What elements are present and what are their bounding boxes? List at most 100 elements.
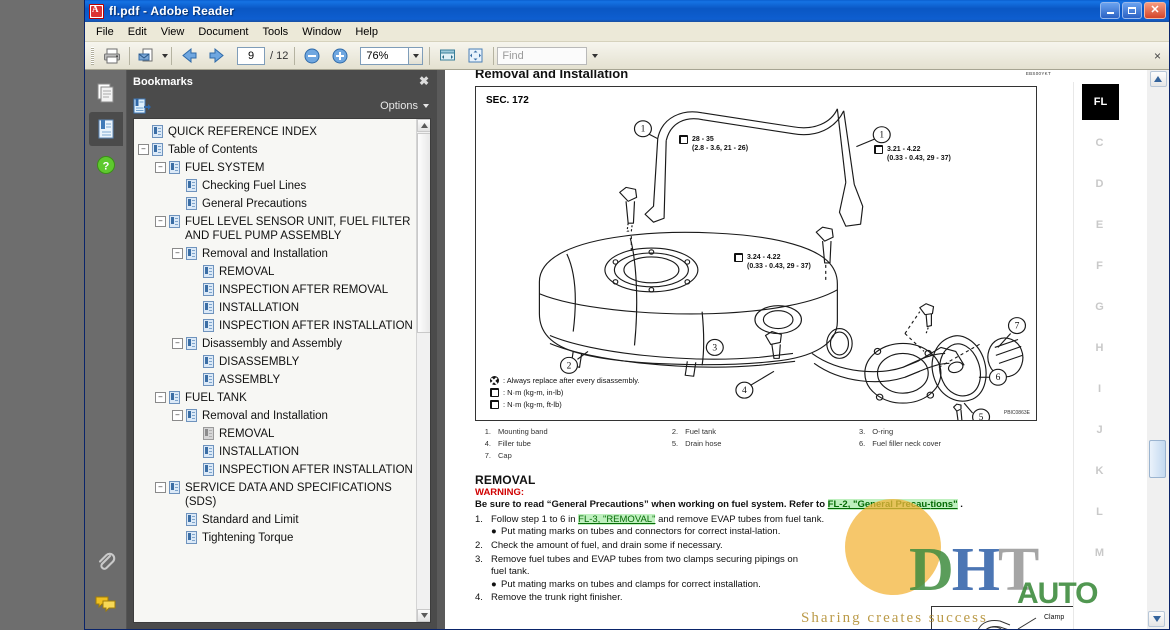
index-tab-g[interactable]: G (1074, 286, 1125, 327)
bookmark-label[interactable]: INSTALLATION (219, 301, 299, 315)
comments-icon[interactable] (89, 587, 123, 621)
bookmark-item[interactable]: REMOVAL (138, 425, 416, 443)
email-document-icon[interactable] (134, 44, 160, 67)
tree-collapse-icon[interactable]: – (172, 338, 183, 349)
scroll-down-icon[interactable] (1148, 611, 1165, 627)
tree-collapse-icon[interactable]: – (138, 144, 149, 155)
pages-panel-icon[interactable] (89, 76, 123, 110)
bookmarks-options-button[interactable]: Options (380, 100, 429, 112)
tree-collapse-icon[interactable]: – (172, 248, 183, 259)
menu-view[interactable]: View (154, 24, 192, 40)
zoom-in-icon[interactable] (327, 44, 353, 67)
index-tab-c[interactable]: C (1074, 122, 1125, 163)
bookmark-item[interactable]: INSTALLATION (138, 299, 416, 317)
maximize-button[interactable] (1122, 2, 1142, 19)
bookmark-label[interactable]: INSPECTION AFTER INSTALLATION (219, 463, 413, 477)
bookmark-item[interactable]: INSPECTION AFTER INSTALLATION (138, 461, 416, 479)
bookmark-label[interactable]: Checking Fuel Lines (202, 179, 306, 193)
zoom-out-icon[interactable] (299, 44, 325, 67)
bookmark-item[interactable]: – Disassembly and Assembly (138, 335, 416, 353)
bookmarks-scroll-down-icon[interactable] (417, 609, 430, 622)
tree-collapse-icon[interactable]: – (155, 162, 166, 173)
bookmark-item[interactable]: General Precautions (138, 195, 416, 213)
index-tab-l[interactable]: L (1074, 491, 1125, 532)
bookmark-label[interactable]: QUICK REFERENCE INDEX (168, 125, 317, 139)
bookmark-item[interactable]: DISASSEMBLY (138, 353, 416, 371)
fit-width-icon[interactable] (434, 44, 460, 67)
bookmark-label[interactable]: ASSEMBLY (219, 373, 280, 387)
bookmark-item[interactable]: – FUEL TANK (138, 389, 416, 407)
bookmark-item[interactable]: – Removal and Installation (138, 245, 416, 263)
menu-edit[interactable]: Edit (121, 24, 154, 40)
next-page-icon[interactable] (204, 44, 230, 67)
attachments-paperclip-icon[interactable] (89, 545, 123, 579)
bookmark-item[interactable]: Tightening Torque (138, 529, 416, 547)
zoom-dropdown-caret-icon[interactable] (408, 46, 424, 65)
index-tab-fl[interactable]: FL (1082, 84, 1119, 120)
zoom-level-input[interactable]: 76% (360, 46, 409, 65)
page-number-input[interactable]: 9 (237, 46, 265, 65)
find-input[interactable]: Find (497, 46, 588, 65)
bookmark-label[interactable]: General Precautions (202, 197, 307, 211)
menu-help[interactable]: Help (348, 24, 385, 40)
bookmarks-scroll-thumb[interactable] (417, 133, 430, 333)
bookmark-item[interactable]: Standard and Limit (138, 511, 416, 529)
help-icon[interactable]: ? (89, 148, 123, 182)
close-icon[interactable]: ✖ (419, 74, 429, 88)
bookmarks-scrollbar[interactable] (416, 119, 430, 622)
bookmark-label[interactable]: Tightening Torque (202, 531, 293, 545)
bookmark-label[interactable]: INSPECTION AFTER REMOVAL (219, 283, 388, 297)
document-scrollbar[interactable] (1147, 70, 1169, 629)
bookmark-label[interactable]: Table of Contents (168, 143, 258, 157)
bookmark-label[interactable]: REMOVAL (219, 427, 274, 441)
bookmark-label[interactable]: INSTALLATION (219, 445, 299, 459)
bookmarks-scroll-up-icon[interactable] (417, 119, 430, 132)
bookmark-label[interactable]: Removal and Installation (202, 247, 328, 261)
minimize-button[interactable] (1100, 2, 1120, 19)
bookmark-label[interactable]: Standard and Limit (202, 513, 299, 527)
close-button[interactable]: ✕ (1144, 2, 1166, 19)
index-tab-i[interactable]: I (1074, 368, 1125, 409)
bookmark-item[interactable]: INSPECTION AFTER REMOVAL (138, 281, 416, 299)
index-tab-e[interactable]: E (1074, 204, 1125, 245)
menu-document[interactable]: Document (191, 24, 255, 40)
email-dropdown-caret-icon[interactable] (162, 53, 168, 58)
menu-tools[interactable]: Tools (256, 24, 296, 40)
toolbar-close-icon[interactable]: × (1154, 49, 1161, 63)
bookmark-item[interactable]: INSTALLATION (138, 443, 416, 461)
bookmarks-panel-icon[interactable] (88, 112, 123, 146)
menu-file[interactable]: File (89, 24, 121, 40)
index-tab-d[interactable]: D (1074, 163, 1125, 204)
bookmark-label[interactable]: Disassembly and Assembly (202, 337, 342, 351)
bookmark-label[interactable]: FUEL LEVEL SENSOR UNIT, FUEL FILTER AND … (185, 215, 416, 243)
fit-page-icon[interactable] (462, 44, 488, 67)
find-dropdown-caret-icon[interactable] (587, 47, 601, 65)
index-tab-h[interactable]: H (1074, 327, 1125, 368)
bookmark-label[interactable]: INSPECTION AFTER INSTALLATION (219, 319, 413, 333)
bookmark-item[interactable]: – FUEL SYSTEM (138, 159, 416, 177)
bookmark-label[interactable]: Removal and Installation (202, 409, 328, 423)
tree-collapse-icon[interactable]: – (172, 410, 183, 421)
tree-collapse-icon[interactable]: – (155, 482, 166, 493)
bookmark-label[interactable]: FUEL SYSTEM (185, 161, 264, 175)
bookmark-label[interactable]: DISASSEMBLY (219, 355, 299, 369)
bookmark-item[interactable]: – Table of Contents (138, 141, 416, 159)
warning-link-1[interactable]: FL-2, "General Precau- (827, 499, 931, 511)
index-tab-f[interactable]: F (1074, 245, 1125, 286)
bookmark-item[interactable]: Checking Fuel Lines (138, 177, 416, 195)
tree-collapse-icon[interactable]: – (155, 216, 166, 227)
previous-page-icon[interactable] (176, 44, 202, 67)
index-tab-k[interactable]: K (1074, 450, 1125, 491)
bookmark-label[interactable]: REMOVAL (219, 265, 274, 279)
bookmark-item[interactable]: INSPECTION AFTER INSTALLATION (138, 317, 416, 335)
index-tab-j[interactable]: J (1074, 409, 1125, 450)
bookmark-item[interactable]: ASSEMBLY (138, 371, 416, 389)
print-icon[interactable] (99, 44, 125, 67)
bookmark-item[interactable]: – SERVICE DATA AND SPECIFICATIONS (SDS) (138, 479, 416, 511)
new-bookmark-icon[interactable] (133, 98, 151, 114)
scroll-up-icon[interactable] (1149, 71, 1167, 87)
tree-collapse-icon[interactable]: – (155, 392, 166, 403)
warning-link-2[interactable]: tions" (930, 499, 958, 511)
menu-window[interactable]: Window (295, 24, 348, 40)
index-tab-m[interactable]: M (1074, 532, 1125, 573)
